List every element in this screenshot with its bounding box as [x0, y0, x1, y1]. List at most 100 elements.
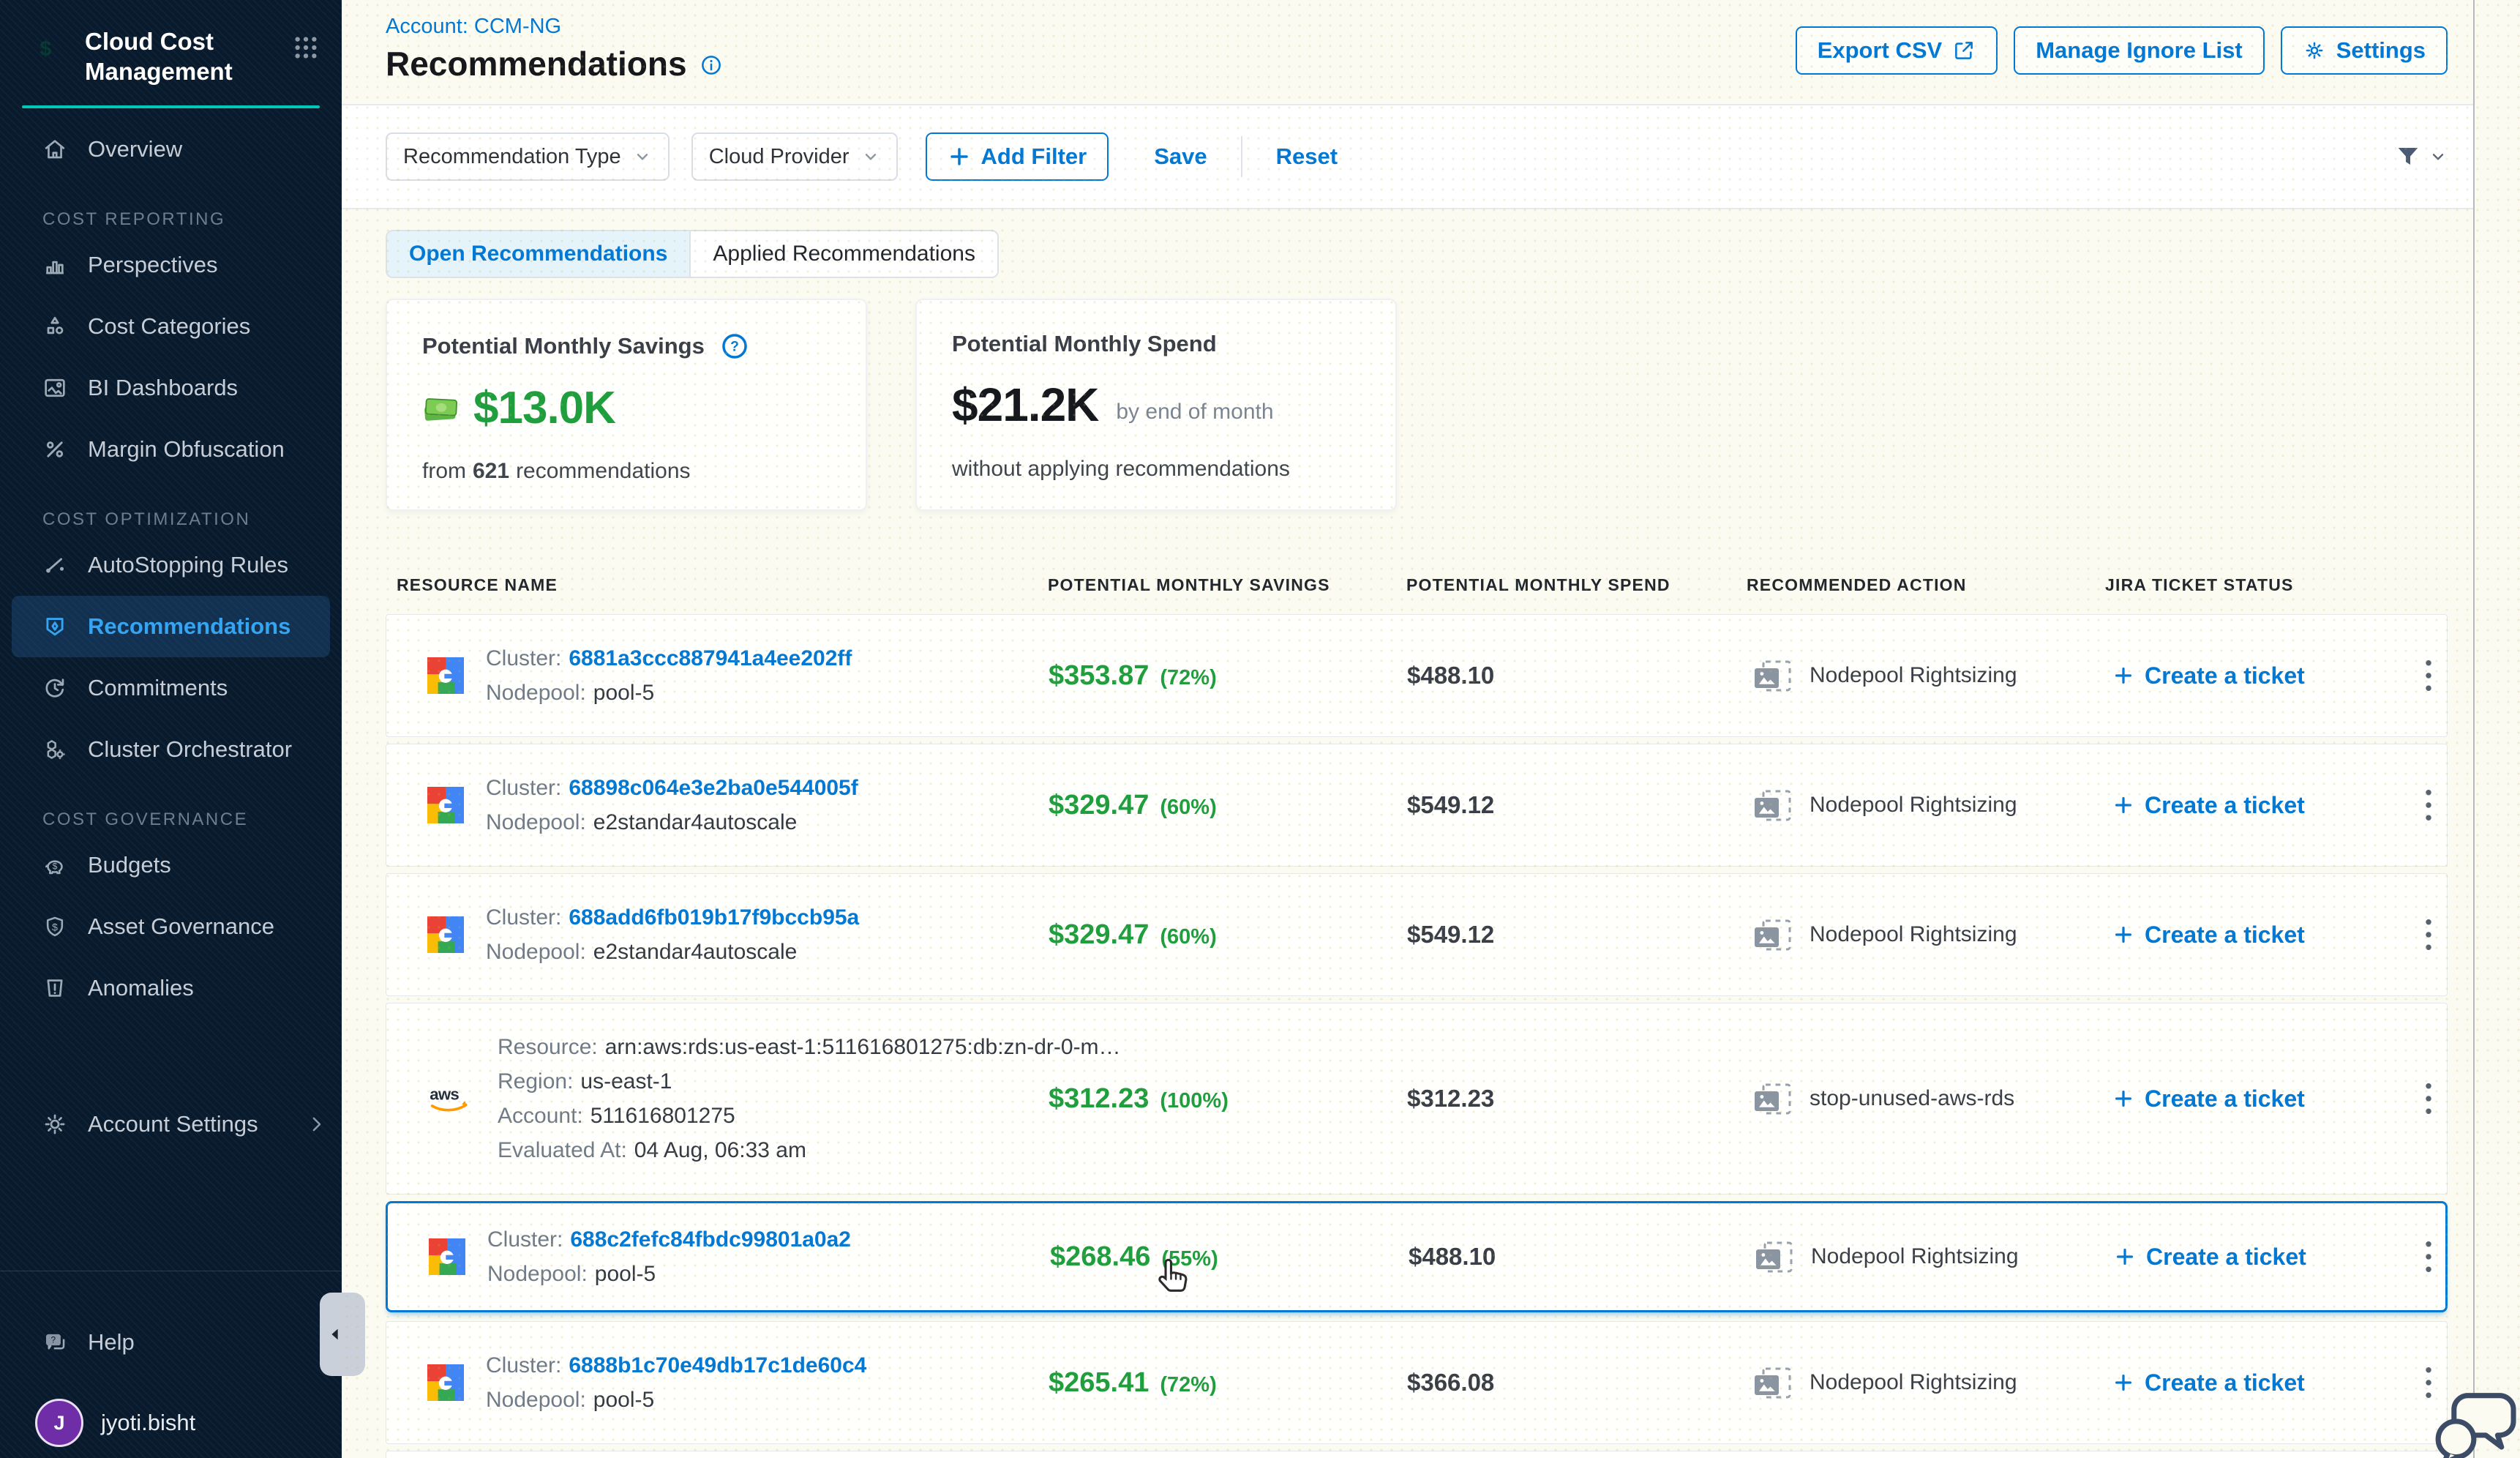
sidebar-item-commitments[interactable]: Commitments [0, 657, 342, 719]
spend-value: $312.23 [1396, 1085, 1736, 1113]
header-actions: Export CSV Manage Ignore List Settings [1796, 26, 2448, 75]
potential-monthly-spend-card: Potential Monthly Spend $21.2K by end of… [915, 299, 1397, 511]
main-area: Account: CCM-NG Recommendations Export C… [342, 0, 2520, 1458]
user-name: jyoti.bisht [101, 1410, 195, 1436]
create-ticket-link[interactable]: Create a ticket [2095, 662, 2410, 689]
add-filter-button[interactable]: Add Filter [926, 132, 1109, 181]
kebab-menu-icon[interactable] [2424, 1240, 2433, 1274]
kebab-menu-icon[interactable] [2424, 659, 2433, 692]
sidebar-item-budgets[interactable]: $ Budgets [0, 834, 342, 896]
savings-value: $265.41 [1049, 1367, 1149, 1399]
spend-card-title: Potential Monthly Spend [952, 331, 1217, 357]
cluster-link[interactable]: 688add6fb019b17f9bccb95a [569, 905, 859, 930]
settings-button[interactable]: Settings [2281, 26, 2448, 75]
table-row[interactable]: aws Resource:arn:aws:rds:us-east-1:51161… [386, 1003, 2448, 1195]
savings-subtext: from621recommendations [422, 459, 830, 484]
kebab-menu-icon[interactable] [2424, 1366, 2433, 1399]
question-circle-icon[interactable]: ? [719, 331, 750, 362]
tab-applied-recommendations[interactable]: Applied Recommendations [691, 231, 997, 277]
sidebar-item-recommendations[interactable]: Recommendations [12, 596, 330, 657]
sidebar-item-label: Perspectives [88, 252, 217, 278]
table-row[interactable]: Cluster:6881a3ccc887941a4ee202ff Nodepoo… [386, 614, 2448, 737]
savings-sub-suffix: recommendations [516, 459, 690, 483]
region-value: us-east-1 [580, 1069, 672, 1094]
table-row[interactable]: Cluster:688add6fb019b17f9bccb95a Nodepoo… [386, 873, 2448, 996]
action-label: Nodepool Rightsizing [1811, 1244, 2019, 1269]
sidebar-nav: Overview COST REPORTING Perspectives Cos… [0, 119, 342, 1019]
cloud-cost-management-logo-icon: $ [22, 25, 70, 73]
create-ticket-link[interactable]: Create a ticket [2095, 792, 2410, 819]
chat-question-icon: ? [41, 1328, 69, 1356]
sidebar-item-label: Commitments [88, 675, 228, 701]
breadcrumb-account-link[interactable]: Account: CCM-NG [386, 15, 561, 39]
export-csv-button[interactable]: Export CSV [1796, 26, 1998, 75]
create-ticket-link[interactable]: Create a ticket [2095, 1369, 2410, 1397]
reset-filter-link[interactable]: Reset [1272, 143, 1342, 171]
sidebar-item-label: Margin Obfuscation [88, 436, 285, 463]
sidebar-item-cost-categories[interactable]: Cost Categories [0, 296, 342, 357]
chat-bubbles-icon[interactable] [2432, 1383, 2520, 1458]
save-filter-link[interactable]: Save [1150, 143, 1211, 171]
svg-text:$: $ [53, 861, 58, 872]
table-row[interactable]: Cluster:68898c064e3e2ba0e544005f Nodepoo… [386, 744, 2448, 867]
savings-value: $312.23 [1049, 1083, 1149, 1115]
google-cloud-logo [429, 1238, 465, 1275]
cluster-link[interactable]: 6881a3ccc887941a4ee202ff [569, 646, 852, 670]
cloud-provider-dropdown[interactable]: Cloud Provider [691, 132, 898, 181]
image-icon [41, 374, 69, 402]
sidebar-item-anomalies[interactable]: Anomalies [0, 957, 342, 1019]
sidebar-item-bi-dashboards[interactable]: BI Dashboards [0, 357, 342, 419]
account-value: 511616801275 [590, 1104, 735, 1128]
table-row[interactable]: Cluster:6888b1c70e49db17c1de60c4 Nodepoo… [386, 1321, 2448, 1444]
evaluated-at-value: 04 Aug, 06:33 am [634, 1138, 806, 1162]
create-ticket-link[interactable]: Create a ticket [2095, 1085, 2410, 1113]
kebab-menu-icon[interactable] [2424, 788, 2433, 822]
google-cloud-logo [427, 787, 464, 823]
info-icon[interactable] [699, 53, 724, 78]
sidebar-section-cost-reporting: COST REPORTING [0, 205, 342, 234]
create-ticket-link[interactable]: Create a ticket [2095, 1451, 2410, 1458]
create-ticket-link[interactable]: Create a ticket [2096, 1244, 2411, 1271]
sidebar-item-autostopping-rules[interactable]: AutoStopping Rules [0, 534, 342, 596]
sidebar-item-account-settings[interactable]: Account Settings [0, 1094, 342, 1155]
col-potential-monthly-savings: POTENTIAL MONTHLY SAVINGS [1037, 575, 1395, 595]
sidebar-item-margin-obfuscation[interactable]: Margin Obfuscation [0, 419, 342, 480]
cluster-link[interactable]: 6888b1c70e49db17c1de60c4 [569, 1353, 866, 1377]
scrollbar-track[interactable] [2473, 0, 2520, 1458]
nodepool-label: Nodepool: [486, 810, 586, 834]
sidebar-item-perspectives[interactable]: Perspectives [0, 234, 342, 296]
action-label: Nodepool Rightsizing [1810, 663, 2017, 688]
savings-count: 621 [473, 459, 509, 483]
funnel-icon [2393, 142, 2423, 171]
cluster-link[interactable]: 688c2fefc84fbdc99801a0a2 [570, 1227, 851, 1252]
chevron-down-icon [633, 147, 652, 166]
user-menu[interactable]: J jyoti.bisht [0, 1392, 342, 1454]
filter-panel-toggle[interactable] [2393, 142, 2448, 171]
resize-box-icon [1752, 919, 1792, 952]
sidebar-item-overview[interactable]: Overview [0, 119, 342, 180]
sidebar-collapse-handle[interactable] [320, 1293, 365, 1376]
cluster-link[interactable]: 68898c064e3e2ba0e544005f [569, 776, 858, 800]
manage-ignore-list-button[interactable]: Manage Ignore List [2014, 26, 2264, 75]
spend-value: $549.12 [1396, 921, 1736, 949]
piggy-bank-icon: $ [41, 851, 69, 879]
table-row[interactable]: Cluster:6886e92f59a48cad86b5b1c6 $244.05… [386, 1451, 2448, 1458]
savings-value: $353.87 [1049, 660, 1149, 692]
resize-box-icon [1752, 659, 1792, 692]
spend-value: $549.12 [1396, 791, 1736, 819]
recommendation-type-dropdown[interactable]: Recommendation Type [386, 132, 670, 181]
action-label: Nodepool Rightsizing [1810, 922, 2017, 947]
grid-apps-icon[interactable] [290, 32, 321, 63]
savings-amount: $13.0K [473, 382, 615, 434]
savings-percent: (100%) [1160, 1089, 1229, 1113]
sidebar-item-asset-governance[interactable]: $ Asset Governance [0, 896, 342, 957]
sidebar-item-help[interactable]: ? Help [0, 1312, 342, 1373]
table-row-selected[interactable]: Cluster:688c2fefc84fbdc99801a0a2 Nodepoo… [386, 1201, 2448, 1312]
sidebar-item-cluster-orchestrator[interactable]: Cluster Orchestrator [0, 719, 342, 780]
tab-open-recommendations[interactable]: Open Recommendations [387, 231, 691, 277]
resource-value: arn:aws:rds:us-east-1:511616801275:db:zn… [605, 1035, 1121, 1059]
create-ticket-link[interactable]: Create a ticket [2095, 921, 2410, 949]
kebab-menu-icon[interactable] [2424, 918, 2433, 952]
kebab-menu-icon[interactable] [2424, 1082, 2433, 1115]
spend-value: $488.10 [1398, 1243, 1738, 1271]
